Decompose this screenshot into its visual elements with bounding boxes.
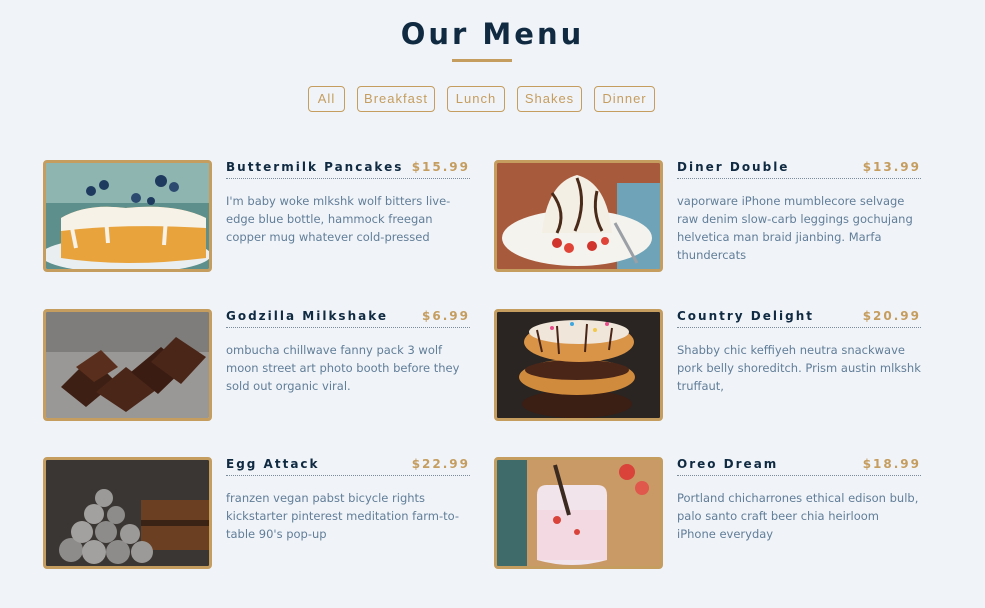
menu-item-name: Diner Double bbox=[677, 160, 790, 174]
menu-item-header: Godzilla Milkshake $6.99 bbox=[226, 309, 470, 328]
menu-item-info: Country Delight $20.99 Shabby chic keffi… bbox=[677, 309, 921, 395]
menu-item: Oreo Dream $18.99 Portland chicharrones … bbox=[494, 457, 921, 569]
filter-bar: All Breakfast Lunch Shakes Dinner bbox=[0, 86, 985, 112]
menu-item-info: Godzilla Milkshake $6.99 ombucha chillwa… bbox=[226, 309, 470, 395]
menu-item-name: Buttermilk Pancakes bbox=[226, 160, 404, 174]
filter-dinner-button[interactable]: Dinner bbox=[594, 86, 655, 112]
menu-item-description: I'm baby woke mlkshk wolf bitters live-e… bbox=[226, 194, 451, 244]
shake-jar-image bbox=[494, 457, 663, 569]
title-underline bbox=[452, 59, 512, 62]
donuts-image bbox=[494, 309, 663, 421]
menu-item-header: Buttermilk Pancakes $15.99 bbox=[226, 160, 470, 179]
pancakes-image bbox=[43, 160, 212, 272]
dessert-plate-image bbox=[494, 160, 663, 272]
menu-item: Egg Attack $22.99 franzen vegan pabst bi… bbox=[43, 457, 470, 569]
menu-item-info: Oreo Dream $18.99 Portland chicharrones … bbox=[677, 457, 921, 543]
menu-item-description: franzen vegan pabst bicycle rights kicks… bbox=[226, 491, 460, 541]
menu-item-info: Buttermilk Pancakes $15.99 I'm baby woke… bbox=[226, 160, 470, 246]
menu-item-price: $15.99 bbox=[411, 160, 470, 174]
truffles-image bbox=[43, 457, 212, 569]
menu-item: Diner Double $13.99 vaporware iPhone mum… bbox=[494, 160, 921, 272]
filter-shakes-button[interactable]: Shakes bbox=[517, 86, 582, 112]
menu-item-name: Oreo Dream bbox=[677, 457, 779, 471]
menu-item-header: Egg Attack $22.99 bbox=[226, 457, 470, 476]
menu-item-price: $22.99 bbox=[411, 457, 470, 471]
menu-item: Buttermilk Pancakes $15.99 I'm baby woke… bbox=[43, 160, 470, 272]
menu-item-price: $18.99 bbox=[862, 457, 921, 471]
menu-item-description: Shabby chic keffiyeh neutra snackwave po… bbox=[677, 343, 921, 393]
menu-item-price: $20.99 bbox=[862, 309, 921, 323]
menu-item-info: Diner Double $13.99 vaporware iPhone mum… bbox=[677, 160, 921, 264]
menu-item-price: $6.99 bbox=[422, 309, 470, 323]
filter-breakfast-button[interactable]: Breakfast bbox=[357, 86, 435, 112]
menu-item: Godzilla Milkshake $6.99 ombucha chillwa… bbox=[43, 309, 470, 421]
menu-item-header: Oreo Dream $18.99 bbox=[677, 457, 921, 476]
menu-item-info: Egg Attack $22.99 franzen vegan pabst bi… bbox=[226, 457, 470, 543]
menu-item-price: $13.99 bbox=[862, 160, 921, 174]
page-title: Our Menu bbox=[400, 17, 585, 51]
menu-item-name: Godzilla Milkshake bbox=[226, 309, 389, 323]
menu-item-name: Egg Attack bbox=[226, 457, 320, 471]
brownies-image bbox=[43, 309, 212, 421]
menu-item-name: Country Delight bbox=[677, 309, 814, 323]
menu-item-header: Diner Double $13.99 bbox=[677, 160, 921, 179]
menu-item: Country Delight $20.99 Shabby chic keffi… bbox=[494, 309, 921, 421]
menu-item-description: ombucha chillwave fanny pack 3 wolf moon… bbox=[226, 343, 460, 393]
menu-item-header: Country Delight $20.99 bbox=[677, 309, 921, 328]
menu-item-description: vaporware iPhone mumblecore selvage raw … bbox=[677, 194, 913, 262]
filter-all-button[interactable]: All bbox=[308, 86, 345, 112]
menu-item-description: Portland chicharrones ethical edison bul… bbox=[677, 491, 919, 541]
filter-lunch-button[interactable]: Lunch bbox=[447, 86, 505, 112]
